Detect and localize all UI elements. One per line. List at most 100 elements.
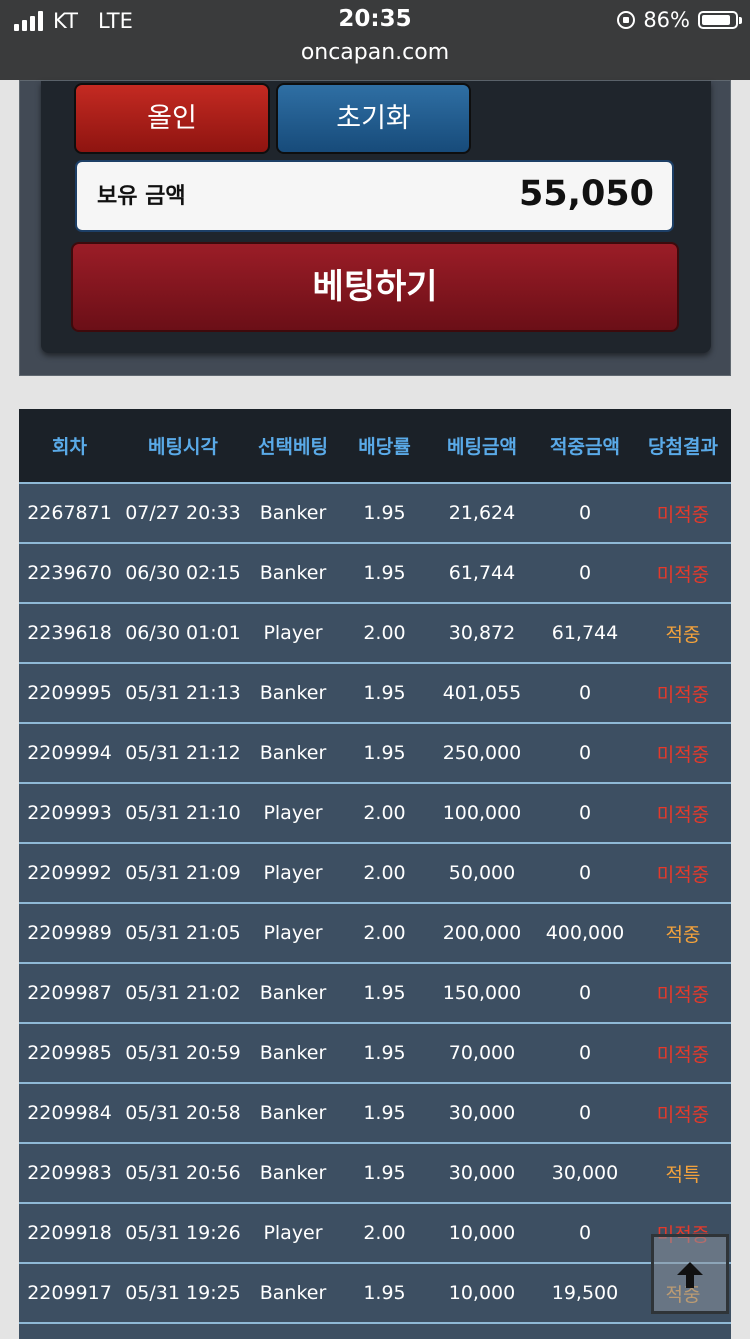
table-row: 2209994 05/31 21:12 Banker 1.95 250,000 0 미적중: [19, 723, 731, 784]
table-row: 220991805/31 19:26Player2.0010,0000미적중: [19, 1203, 731, 1264]
cell-win-amount: 0: [535, 543, 635, 604]
arrow-up-icon: [677, 1262, 703, 1288]
column-header-round: 회차: [19, 409, 120, 484]
reset-button[interactable]: 초기화: [276, 83, 471, 154]
table-row: 2209995 05/31 21:13 Banker 1.95 401,055 0 미적중: [19, 663, 731, 724]
cell-odds: 1.95: [340, 963, 429, 1024]
cell-round: 2267871: [19, 483, 120, 544]
cell-bet-amount: 250,000: [429, 723, 535, 784]
cell-choice: Banker: [246, 483, 340, 544]
cell-round: 2209987: [19, 963, 120, 1024]
cell-result: 미적중: [635, 483, 731, 544]
cell-win-amount: 0: [535, 1203, 635, 1264]
cell-result: 적중: [635, 903, 731, 964]
cell-win-amount: 0: [535, 783, 635, 844]
balance-value: 55,050: [518, 174, 654, 214]
cell-odds: 2.00: [340, 1203, 429, 1264]
table-row: 2209989 05/31 21:05 Player 2.00 200,000 400,0…: [19, 903, 731, 964]
cell-time: 05/31 21:05: [120, 903, 246, 964]
cell-time: 05/31 19:25: [120, 1263, 246, 1324]
cell-result: 적특: [635, 1143, 731, 1204]
cell-odds: 2.00: [340, 843, 429, 904]
cell-odds: 1.95: [340, 1143, 429, 1204]
cell-time: 05/31 20:58: [120, 1083, 246, 1144]
cell-choice: Player: [246, 903, 340, 964]
cell-time: 05/31 19:26: [120, 1203, 246, 1264]
cell-choice: Banker: [246, 543, 340, 604]
table-row: 2267871 07/27 20:33 Banker 1.95 21,624 0 미적중: [19, 483, 731, 544]
allin-button[interactable]: 올인: [74, 83, 270, 154]
cell-win-amount: 0: [535, 663, 635, 724]
cell-bet-amount: 401,055: [429, 663, 535, 724]
cell-time: 05/31 21:09: [120, 843, 246, 904]
rotation-lock-icon: [617, 11, 636, 29]
cell-result: 미적중: [635, 543, 731, 604]
battery-percent: 86%: [643, 8, 690, 32]
cell-win-amount: 0: [535, 723, 635, 784]
cell-bet-amount: 200,000: [429, 903, 535, 964]
cell-odds: 1.95: [340, 543, 429, 604]
cell-win-amount: 0: [535, 1083, 635, 1144]
cell-result: 미적중: [635, 663, 731, 724]
table-header-row: 회차 베팅시각 선택베팅 배당률 베팅금액 적중금액 당첨결과: [19, 409, 731, 484]
status-bar: KT LTE 20:35 86% oncapan.com: [0, 0, 750, 80]
cell-round: 2209984: [19, 1083, 120, 1144]
column-header-win-amount: 적중금액: [535, 409, 635, 484]
cell-round: 2209993: [19, 783, 120, 844]
battery-icon: [698, 11, 742, 29]
cell-bet-amount: 100,000: [429, 783, 535, 844]
status-right: 86%: [617, 8, 742, 32]
column-header-choice: 선택베팅: [246, 409, 340, 484]
cell-choice: Player: [246, 1203, 340, 1264]
table-row: 2209992 05/31 21:09 Player 2.00 50,000 0 미적중: [19, 843, 731, 904]
cell-bet-amount: 21,624: [429, 483, 535, 544]
cell-win-amount: 0: [535, 1023, 635, 1084]
cell-win-amount: 400,000: [535, 903, 635, 964]
cell-round: 2209918: [19, 1203, 120, 1264]
table-row: 2209984 05/31 20:58 Banker 1.95 30,000 0 미적중: [19, 1083, 731, 1144]
cell-round: 2209917: [19, 1263, 120, 1324]
table-row: 2209983 05/31 20:56 Banker 1.95 30,000 30,000…: [19, 1143, 731, 1204]
address-bar-url[interactable]: oncapan.com: [0, 40, 750, 65]
cell-bet-amount: 10,000: [429, 1263, 535, 1324]
cell-round: 2209995: [19, 663, 120, 724]
cell-odds: 2.00: [340, 903, 429, 964]
cell-time: 05/31 21:10: [120, 783, 246, 844]
cell-time: 06/30 01:01: [120, 603, 246, 664]
table-row: 2209985 05/31 20:59 Banker 1.95 70,000 0 미적중: [19, 1023, 731, 1084]
cell-result: 미적중: [635, 783, 731, 844]
cell-choice: Player: [246, 843, 340, 904]
cell-round: 2209985: [19, 1023, 120, 1084]
table-row: 2239670 06/30 02:15 Banker 1.95 61,744 0 미적중: [19, 543, 731, 604]
cell-odds: 1.95: [340, 1263, 429, 1324]
place-bet-button[interactable]: 베팅하기: [71, 242, 679, 332]
scroll-to-top-button[interactable]: [651, 1234, 729, 1314]
cell-time: 05/31 20:56: [120, 1143, 246, 1204]
cell-result: 미적중: [635, 963, 731, 1024]
cell-odds: 2.00: [340, 603, 429, 664]
bet-history-table: 회차 베팅시각 선택베팅 배당률 베팅금액 적중금액 당첨결과 2267871 0…: [19, 409, 731, 1324]
cell-win-amount: 0: [535, 963, 635, 1024]
cell-result: 미적중: [635, 1023, 731, 1084]
cell-odds: 1.95: [340, 1023, 429, 1084]
table-row: 2209987 05/31 21:02 Banker 1.95 150,000 0 미적중: [19, 963, 731, 1024]
cell-choice: Banker: [246, 1143, 340, 1204]
cell-choice: Banker: [246, 663, 340, 724]
column-header-bet-amount: 베팅금액: [429, 409, 535, 484]
cell-bet-amount: 30,000: [429, 1083, 535, 1144]
cell-odds: 1.95: [340, 663, 429, 724]
betting-panel-wrapper: 올인 초기화 보유 금액 55,050 베팅하기: [19, 80, 731, 376]
cell-win-amount: 61,744: [535, 603, 635, 664]
cell-choice: Banker: [246, 1083, 340, 1144]
cell-round: 2209994: [19, 723, 120, 784]
cell-odds: 1.95: [340, 1083, 429, 1144]
cell-bet-amount: 30,000: [429, 1143, 535, 1204]
column-header-result: 당첨결과: [635, 409, 731, 484]
cell-win-amount: 19,500: [535, 1263, 635, 1324]
cell-time: 05/31 21:02: [120, 963, 246, 1024]
cell-time: 05/31 21:12: [120, 723, 246, 784]
cell-choice: Player: [246, 783, 340, 844]
column-header-time: 베팅시각: [120, 409, 246, 484]
cell-choice: Banker: [246, 963, 340, 1024]
cell-choice: Banker: [246, 1263, 340, 1324]
